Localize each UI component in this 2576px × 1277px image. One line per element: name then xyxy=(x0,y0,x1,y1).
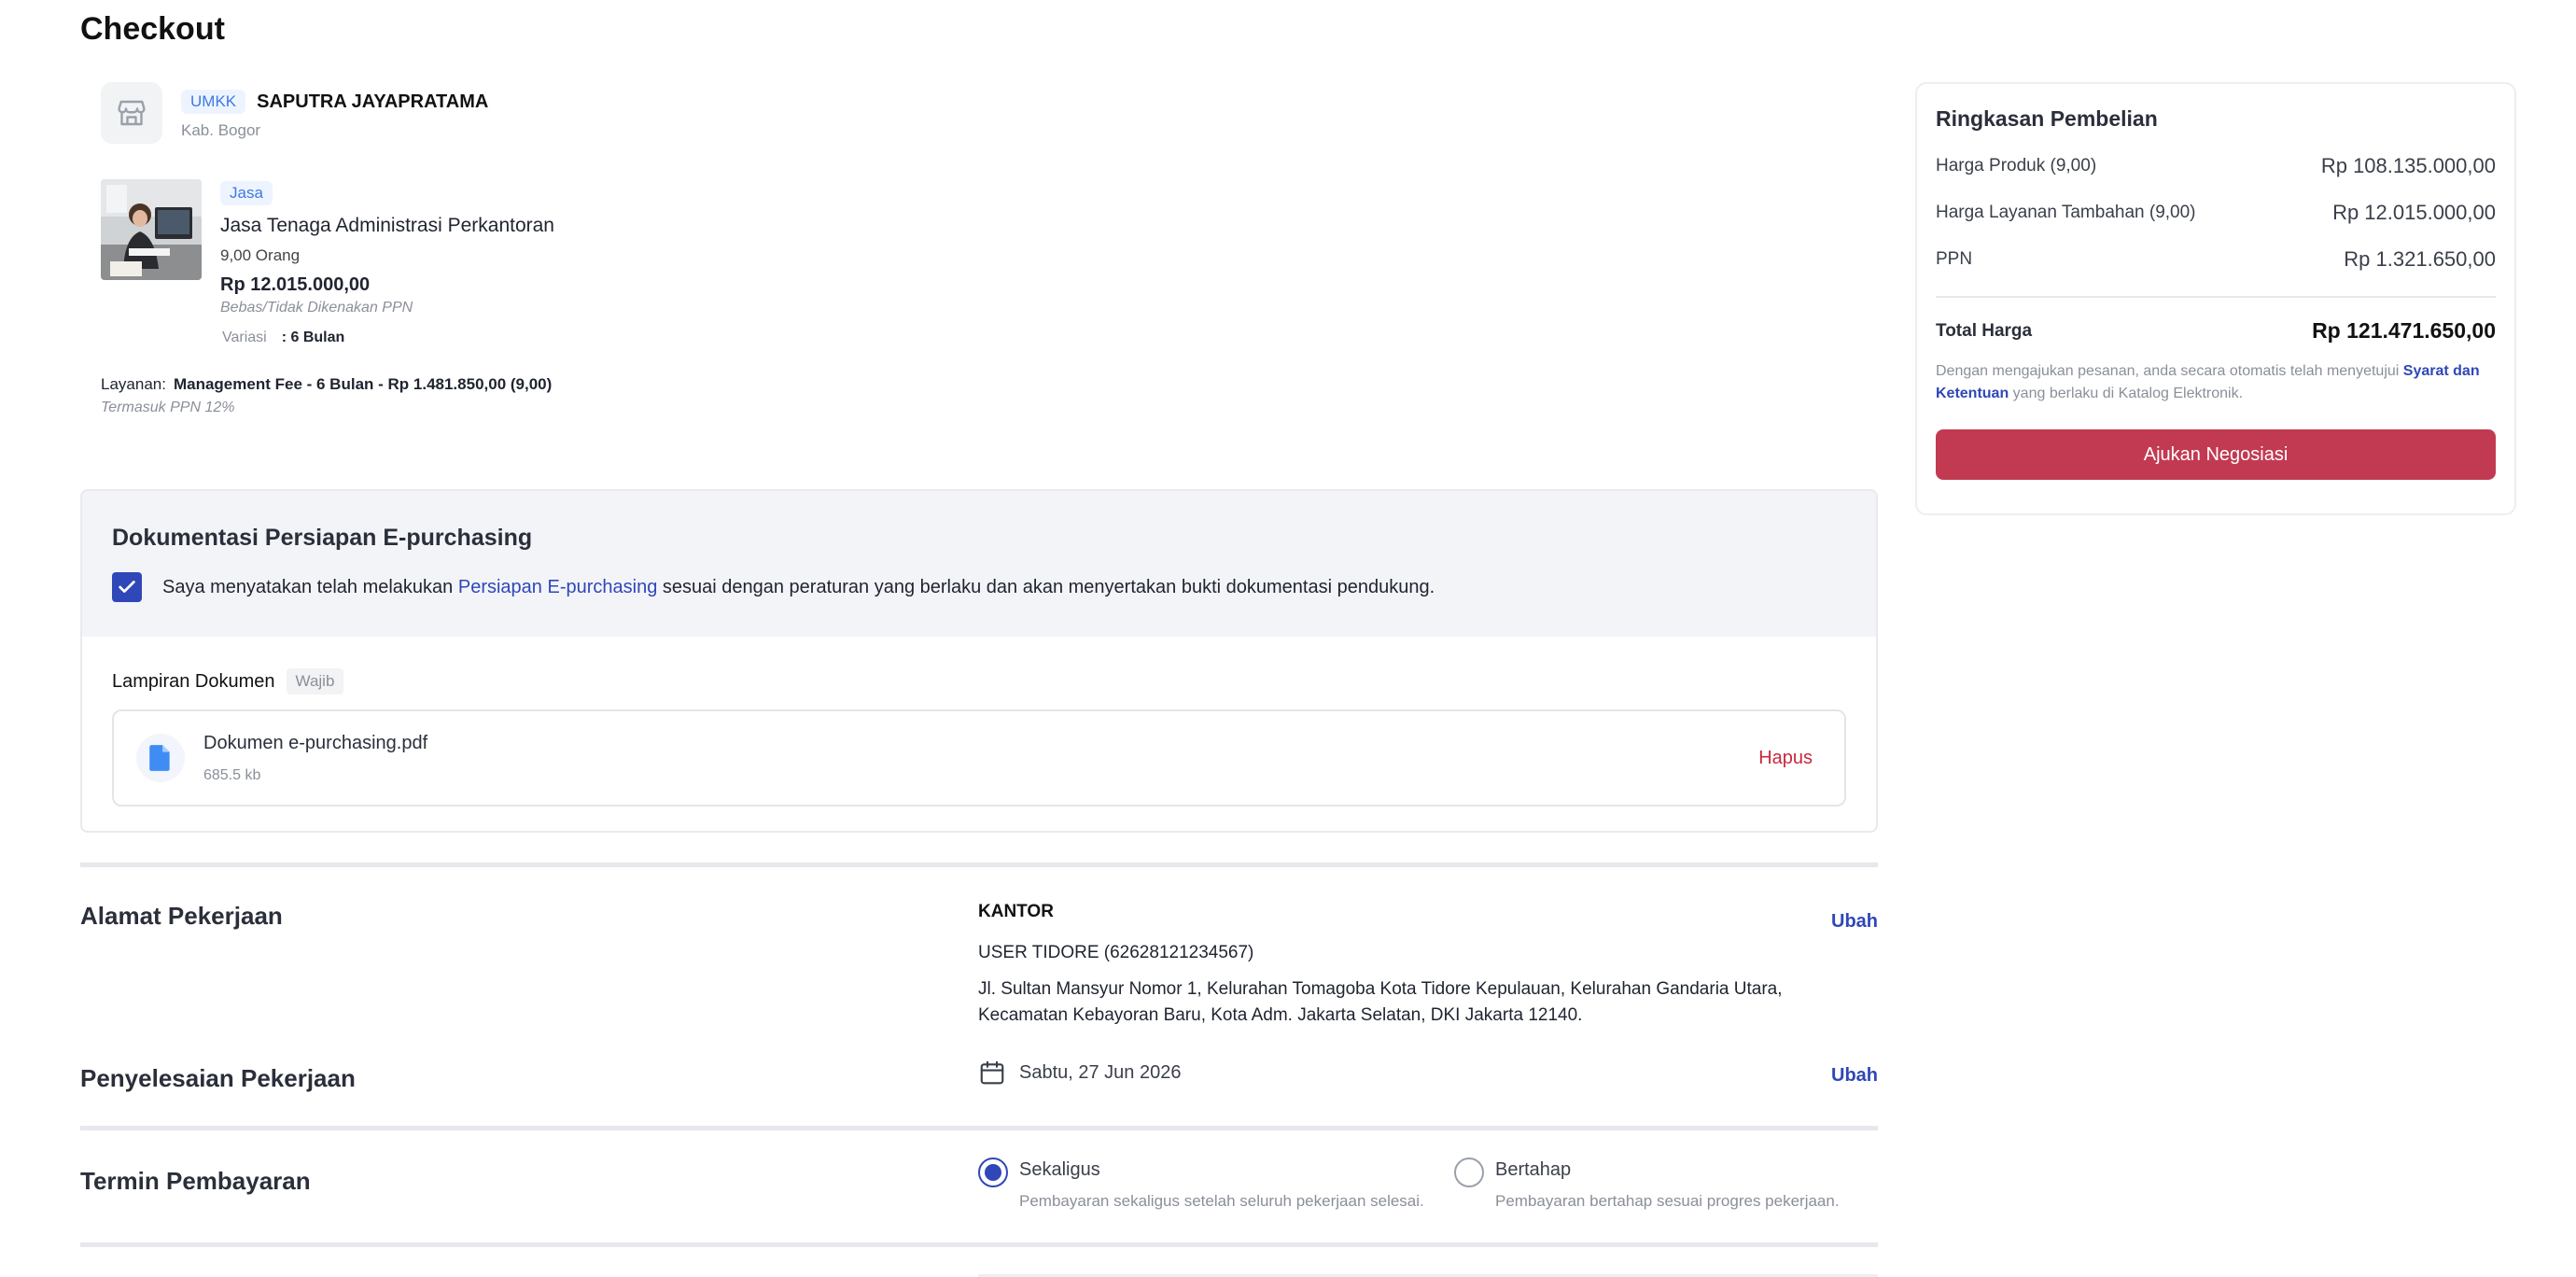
payment-option-sekaligus[interactable]: Sekaligus Pembayaran sekaligus setelah s… xyxy=(978,1158,1424,1211)
additional-service: Layanan: Management Fee - 6 Bulan - Rp 1.… xyxy=(101,375,553,393)
edit-date-button[interactable]: Ubah xyxy=(1831,1065,1878,1087)
service-label: Layanan xyxy=(101,375,162,393)
address-label: KANTOR xyxy=(978,902,1054,921)
edit-address-button[interactable]: Ubah xyxy=(1831,911,1878,933)
radio-bertahap[interactable] xyxy=(1454,1158,1484,1187)
required-badge: Wajib xyxy=(286,668,344,695)
payment-term-section-title: Termin Pembayaran xyxy=(80,1167,311,1195)
calendar-icon xyxy=(980,1060,1004,1085)
seller-type-badge: UMKK xyxy=(181,90,246,114)
variation-value: : 6 Bulan xyxy=(281,330,345,345)
service-ppn-note: Termasuk PPN 12% xyxy=(101,400,235,415)
product-item: Jasa Jasa Tenaga Administrasi Perkantora… xyxy=(101,179,554,346)
file-icon xyxy=(136,734,185,782)
terms-note: Dengan mengajukan pesanan, anda secara o… xyxy=(1936,363,2480,401)
documentation-title: Dokumentasi Persiapan E-purchasing xyxy=(112,525,533,551)
file-name[interactable]: Dokumen e-purchasing.pdf xyxy=(203,733,1758,754)
payment-option-bertahap[interactable]: Bertahap Pembayaran bertahap sesuai prog… xyxy=(1454,1158,1840,1211)
submit-negotiation-button[interactable]: Ajukan Negosiasi xyxy=(1936,429,2496,480)
product-name[interactable]: Jasa Tenaga Administrasi Perkantoran xyxy=(220,215,554,237)
completion-section-title: Penyelesaian Pekerjaan xyxy=(80,1064,356,1092)
e-purchasing-link[interactable]: Persiapan E-purchasing xyxy=(458,577,657,597)
summary-divider xyxy=(1936,296,2496,298)
address-recipient: USER TIDORE (62628121234567) xyxy=(978,943,1254,962)
summary-total: Total Harga Rp 121.471.650,00 xyxy=(1936,318,2496,343)
attachment-label: Lampiran Dokumen xyxy=(112,670,275,692)
page-title: Checkout xyxy=(80,11,225,47)
address-street: Jl. Sultan Mansyur Nomor 1, Kelurahan To… xyxy=(978,979,1783,1025)
declaration-text: Saya menyatakan telah melakukan Persiapa… xyxy=(162,576,1435,597)
variation-label: Variasi xyxy=(222,330,267,345)
product-price: Rp 12.015.000,00 xyxy=(220,274,371,295)
option-description: Pembayaran sekaligus setelah seluruh pek… xyxy=(1019,1192,1424,1210)
completion-date[interactable]: Sabtu, 27 Jun 2026 xyxy=(978,1059,1181,1087)
completion-date-text: Sabtu, 27 Jun 2026 xyxy=(1019,1061,1182,1083)
summary-row: Harga Layanan Tambahan (9,00) Rp 12.015.… xyxy=(1936,201,2496,224)
section-divider xyxy=(80,1242,1878,1247)
section-divider xyxy=(80,863,1878,867)
documentation-card: Dokumentasi Persiapan E-purchasing Saya … xyxy=(80,489,1878,833)
file-size: 685.5 kb xyxy=(203,766,261,783)
product-image[interactable] xyxy=(101,179,202,280)
purchase-summary: Ringkasan Pembelian Harga Produk (9,00) … xyxy=(1915,82,2516,515)
delete-file-button[interactable]: Hapus xyxy=(1758,748,1813,769)
product-quantity: 9,00 Orang xyxy=(220,246,301,264)
service-value: Management Fee - 6 Bulan - Rp 1.481.850,… xyxy=(173,375,553,393)
option-label: Bertahap xyxy=(1495,1159,1572,1180)
seller-header: UMKK SAPUTRA JAYAPRATAMA Kab. Bogor xyxy=(101,82,488,144)
seller-name[interactable]: SAPUTRA JAYAPRATAMA xyxy=(257,91,488,113)
address-section-title: Alamat Pekerjaan xyxy=(80,902,283,930)
seller-location: Kab. Bogor xyxy=(181,121,261,139)
option-description: Pembayaran bertahap sesuai progres peker… xyxy=(1495,1192,1840,1210)
product-tax-note: Bebas/Tidak Dikenakan PPN xyxy=(220,300,413,316)
summary-row: Harga Produk (9,00) Rp 108.135.000,00 xyxy=(1936,154,2496,177)
uploaded-file: Dokumen e-purchasing.pdf 685.5 kb Hapus xyxy=(112,709,1846,807)
option-label: Sekaligus xyxy=(1019,1159,1100,1180)
check-icon xyxy=(119,581,135,593)
declaration-checkbox[interactable] xyxy=(112,572,142,602)
product-variation: Variasi : 6 Bulan xyxy=(222,330,554,346)
product-type-badge: Jasa xyxy=(220,181,273,205)
section-divider xyxy=(80,1126,1878,1130)
store-icon xyxy=(101,82,162,144)
summary-row: PPN Rp 1.321.650,00 xyxy=(1936,247,2496,271)
radio-sekaligus[interactable] xyxy=(978,1158,1008,1187)
work-address: KANTOR USER TIDORE (62628121234567) Jl. … xyxy=(978,902,1837,1029)
summary-title: Ringkasan Pembelian xyxy=(1936,106,2158,131)
